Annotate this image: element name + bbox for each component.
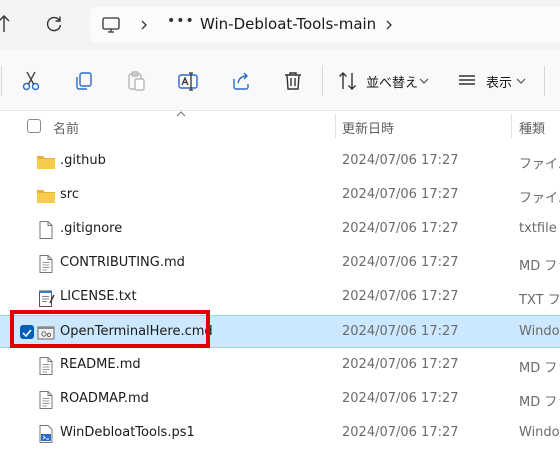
file-date: 2024/07/06 17:27 (342, 187, 459, 202)
folder-icon (37, 156, 55, 169)
file-date: 2024/07/06 17:27 (342, 221, 459, 236)
column-header-date[interactable]: 更新日時 (342, 118, 394, 137)
file-type: ファイル (519, 157, 560, 172)
file-row[interactable]: ROADMAP.md 2024/07/06 17:27 MD ファ (0, 383, 560, 416)
address-bar[interactable]: ••• Win-Debloat-Tools-main (90, 7, 560, 43)
cut-icon[interactable] (20, 70, 42, 92)
highlight-box (10, 310, 210, 348)
file-name: WinDebloatTools.ps1 (60, 425, 195, 440)
file-date: 2024/07/06 17:27 (342, 357, 459, 372)
file-type: txtfile (519, 221, 557, 236)
column-divider[interactable] (335, 114, 336, 138)
file-date: 2024/07/06 17:27 (342, 391, 459, 406)
toolbar-separator (544, 66, 545, 96)
file-type: MD ファ (519, 259, 560, 274)
file-date: 2024/07/06 17:27 (342, 255, 459, 270)
chevron-right-icon[interactable] (138, 19, 150, 31)
delete-icon[interactable] (282, 70, 304, 92)
rename-icon[interactable] (177, 70, 199, 92)
sort-button[interactable]: 並べ替え (366, 72, 418, 91)
chevron-down-icon[interactable] (516, 77, 526, 85)
column-divider[interactable] (511, 114, 512, 138)
file-type: Window (519, 324, 560, 339)
file-name: .gitignore (60, 221, 123, 236)
text-file-icon (39, 255, 53, 273)
view-icon[interactable] (457, 70, 477, 92)
text-file-icon (39, 391, 53, 409)
file-type: TXT ファ (519, 293, 560, 308)
column-header-type[interactable]: 種類 (519, 118, 545, 137)
file-type: MD ファ (519, 395, 560, 410)
file-type: Window (519, 425, 560, 440)
toolbar-separator (1, 66, 2, 96)
file-name: README.md (60, 357, 141, 372)
sort-ascending-icon (176, 111, 186, 117)
file-name: .github (60, 153, 106, 168)
column-header-name[interactable]: 名前 (53, 118, 79, 137)
file-date: 2024/07/06 17:27 (342, 425, 459, 440)
paste-icon[interactable] (125, 70, 147, 92)
select-all-checkbox[interactable] (27, 119, 41, 133)
toolbar-separator (322, 66, 323, 96)
chevron-down-icon[interactable] (419, 77, 429, 85)
file-type: ファイル (519, 191, 560, 206)
file-type: MD ファ (519, 361, 560, 376)
file-row[interactable]: WinDebloatTools.ps1 2024/07/06 17:27 Win… (0, 417, 560, 450)
breadcrumb-current-folder[interactable]: Win-Debloat-Tools-main (200, 15, 376, 33)
chevron-right-icon[interactable] (383, 19, 395, 31)
share-icon[interactable] (230, 70, 252, 92)
column-headers: 名前 更新日時 種類 (0, 110, 560, 144)
file-icon (39, 221, 53, 239)
sort-icon[interactable] (338, 70, 358, 92)
computer-icon (102, 17, 120, 33)
file-name: LICENSE.txt (60, 289, 137, 304)
file-name: CONTRIBUTING.md (60, 255, 185, 270)
file-row[interactable]: README.md 2024/07/06 17:27 MD ファ (0, 349, 560, 382)
ps1-file-icon (39, 425, 53, 443)
file-date: 2024/07/06 17:27 (342, 324, 459, 339)
file-name: src (60, 187, 79, 202)
refresh-icon[interactable] (44, 14, 64, 34)
up-arrow-icon[interactable] (0, 14, 11, 34)
breadcrumb-more-button[interactable]: ••• (167, 13, 195, 29)
file-date: 2024/07/06 17:27 (342, 153, 459, 168)
file-row[interactable]: .github 2024/07/06 17:27 ファイル (0, 145, 560, 178)
command-bar: 並べ替え 表示 (0, 50, 560, 111)
file-date: 2024/07/06 17:27 (342, 289, 459, 304)
text-file-icon (39, 357, 53, 375)
view-button[interactable]: 表示 (486, 72, 512, 91)
folder-icon (37, 190, 55, 203)
navigation-bar: ••• Win-Debloat-Tools-main (0, 0, 560, 50)
file-row[interactable]: CONTRIBUTING.md 2024/07/06 17:27 MD ファ (0, 247, 560, 280)
notepad-file-icon (39, 290, 55, 307)
copy-icon[interactable] (73, 70, 95, 92)
file-name: ROADMAP.md (60, 391, 149, 406)
file-row[interactable]: src 2024/07/06 17:27 ファイル (0, 179, 560, 212)
file-row[interactable]: .gitignore 2024/07/06 17:27 txtfile (0, 213, 560, 246)
